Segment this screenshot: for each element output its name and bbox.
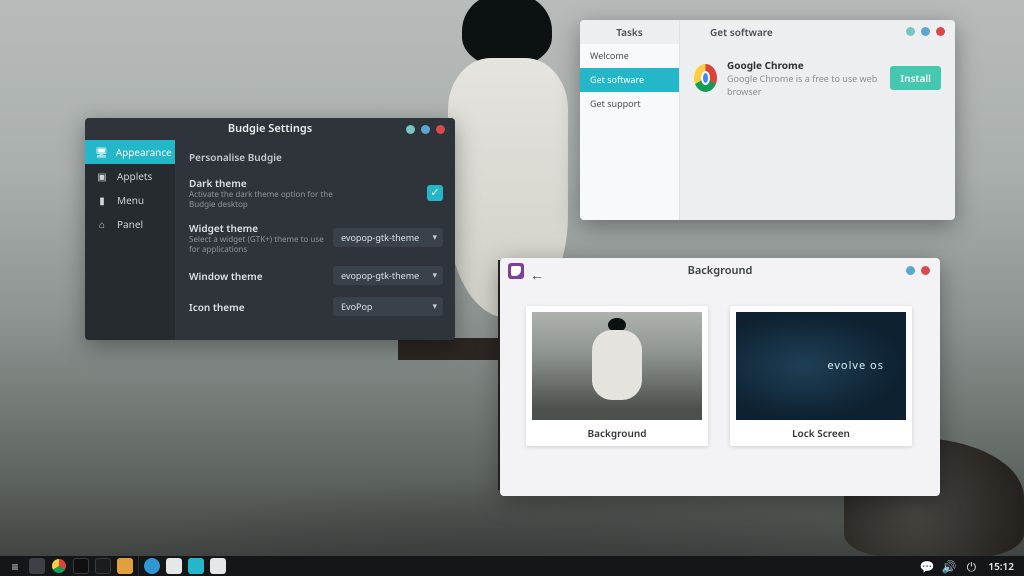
settings-content: Personalise Budgie Dark theme Activate t… (175, 140, 455, 340)
tab-get-software[interactable]: Get software (680, 20, 803, 44)
dark-theme-toggle[interactable]: ✓ (427, 185, 443, 201)
maximize-icon[interactable] (421, 125, 430, 134)
widget-theme-select[interactable]: evopop-gtk-theme (333, 228, 443, 247)
thumbnail-lock-screen: evolve os (736, 312, 906, 420)
get-software-window: Tasks Get software Welcome Get software … (580, 20, 955, 220)
maximize-icon[interactable] (906, 266, 915, 275)
desktop: Budgie Settings 🖥 Appearance ▣ Applets ▮ (0, 0, 1024, 576)
monitor-icon: 🖥 (95, 145, 108, 159)
places-icon[interactable] (28, 558, 46, 574)
app-entry-chrome: Google Chrome Google Chrome is a free to… (694, 58, 941, 98)
sidebar-item-label: Applets (117, 169, 152, 183)
chrome-icon (694, 64, 717, 92)
dark-theme-title: Dark theme (189, 176, 339, 190)
setting-row-window-theme: Window theme evopop-gtk-theme (189, 266, 443, 285)
software-main-pane: Google Chrome Google Chrome is a free to… (680, 44, 955, 220)
sidebar-item-appearance[interactable]: 🖥 Appearance (85, 140, 175, 164)
volume-icon[interactable]: 🔊 (940, 558, 958, 574)
sidebar-item-menu[interactable]: ▮ Menu (85, 188, 175, 212)
software-sidebar: Welcome Get software Get support (580, 44, 680, 220)
sidebar-item-get-support[interactable]: Get support (580, 92, 679, 116)
settings-heading: Personalise Budgie (189, 150, 443, 164)
applets-icon: ▣ (95, 169, 109, 183)
budgie-settings-window: Budgie Settings 🖥 Appearance ▣ Applets ▮ (85, 118, 455, 340)
sidebar-item-welcome[interactable]: Welcome (580, 44, 679, 68)
icon-theme-title: Icon theme (189, 300, 245, 314)
tab-tasks[interactable]: Tasks (580, 20, 680, 44)
install-button[interactable]: Install (890, 66, 941, 90)
clock[interactable]: 15:12 (984, 559, 1018, 573)
card-background[interactable]: Background (526, 306, 708, 446)
back-button[interactable]: ← (530, 263, 544, 289)
close-icon[interactable] (936, 27, 945, 36)
setting-row-icon-theme: Icon theme EvoPop (189, 297, 443, 316)
widget-theme-desc: Select a widget (GTK+) theme to use for … (189, 235, 333, 254)
power-icon[interactable]: ⏻ (962, 558, 980, 574)
widget-theme-title: Widget theme (189, 221, 333, 235)
card-lock-screen[interactable]: evolve os Lock Screen (730, 306, 912, 446)
software-header: Tasks Get software (580, 20, 955, 44)
running-app-icon[interactable] (165, 558, 183, 574)
terminal-icon[interactable] (72, 558, 90, 574)
running-app-2-icon[interactable] (209, 558, 227, 574)
window-theme-title: Window theme (189, 269, 263, 283)
sidebar-item-label: Appearance (116, 145, 172, 159)
notifications-icon[interactable]: 💬 (918, 558, 936, 574)
background-grid: Background evolve os Lock Screen (500, 284, 940, 468)
chrome-launcher-icon[interactable] (50, 558, 68, 574)
taskbar-separator (138, 556, 139, 576)
settings-titlebar[interactable]: Budgie Settings (85, 118, 455, 140)
icon-theme-select[interactable]: EvoPop (333, 297, 443, 316)
sidebar-item-label: Menu (117, 193, 144, 207)
minimize-icon[interactable] (406, 125, 415, 134)
close-icon[interactable] (921, 266, 930, 275)
close-icon[interactable] (436, 125, 445, 134)
lock-thumb-text: evolve os (827, 358, 884, 373)
sidebar-item-applets[interactable]: ▣ Applets (85, 164, 175, 188)
sidebar-item-panel[interactable]: ⌂ Panel (85, 212, 175, 236)
minimize-icon[interactable] (906, 27, 915, 36)
sidebar-item-label: Panel (117, 217, 143, 231)
taskbar: ≡ 💬 🔊 ⏻ 15:12 (0, 556, 1024, 576)
app-desc: Google Chrome is a free to use web brows… (727, 72, 880, 98)
card-caption: Background (532, 420, 702, 444)
telegram-icon[interactable] (143, 558, 161, 574)
document-icon: ▮ (95, 193, 109, 207)
files-icon[interactable] (116, 558, 134, 574)
background-title: Background (688, 263, 753, 278)
dark-theme-desc: Activate the dark theme option for the B… (189, 190, 339, 209)
maximize-icon[interactable] (921, 27, 930, 36)
menu-icon[interactable]: ≡ (6, 558, 24, 574)
card-caption: Lock Screen (736, 420, 906, 444)
thumbnail-background (532, 312, 702, 420)
background-window: ← Background Background evolve os Lock S… (500, 258, 940, 496)
setting-row-dark-theme: Dark theme Activate the dark theme optio… (189, 176, 443, 209)
window-theme-select[interactable]: evopop-gtk-theme (333, 266, 443, 285)
settings-app-icon[interactable] (187, 558, 205, 574)
background-titlebar[interactable]: ← Background (500, 258, 940, 284)
setting-row-widget-theme: Widget theme Select a widget (GTK+) them… (189, 221, 443, 254)
sidebar-item-get-software[interactable]: Get software (580, 68, 679, 92)
home-icon: ⌂ (95, 217, 109, 231)
settings-title: Budgie Settings (228, 121, 312, 136)
app-name: Google Chrome (727, 58, 880, 72)
app-icon (508, 263, 524, 279)
terminal-alt-icon[interactable] (94, 558, 112, 574)
settings-sidebar: 🖥 Appearance ▣ Applets ▮ Menu ⌂ Panel (85, 140, 175, 340)
